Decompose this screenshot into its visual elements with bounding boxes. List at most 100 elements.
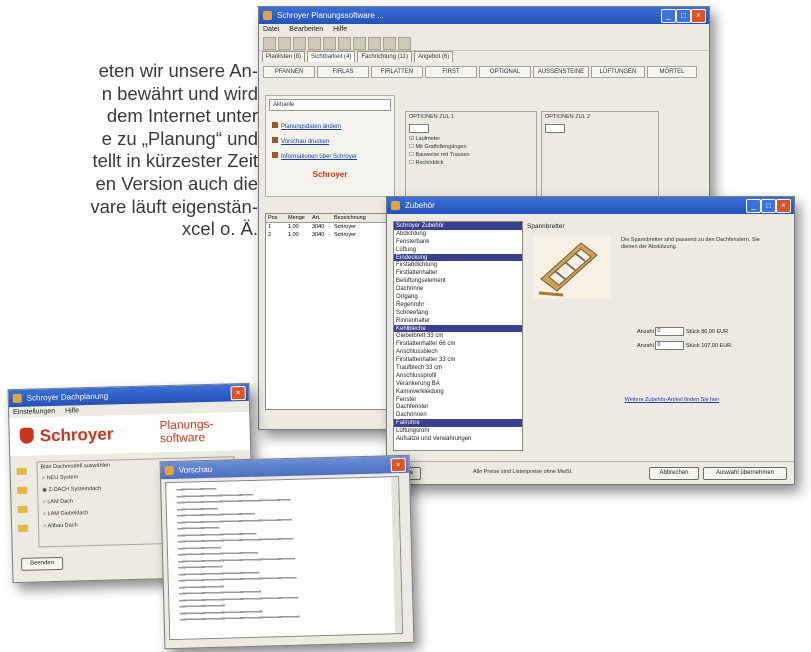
table-row[interactable]: 2 1,00 3040 Schroyer (266, 231, 396, 239)
start-window-title: Schroyer Dachplanung (26, 391, 109, 403)
qty-input[interactable]: 0 (655, 327, 685, 336)
ladder-image (533, 235, 611, 299)
maximize-button[interactable]: □ (676, 9, 691, 23)
minimize-button[interactable]: _ (746, 199, 761, 213)
option-row[interactable]: ☑ Laufmeter (406, 135, 536, 143)
list-item[interactable]: Schroyer Zubehör (394, 222, 522, 230)
list-item[interactable]: Eindeckung (394, 253, 522, 262)
link-vorschau[interactable]: Vorschau drucken (281, 139, 329, 145)
menu-item-edit[interactable]: Bearbeiten (289, 26, 323, 33)
accept-button[interactable]: Auswahl übernehmen (703, 467, 787, 480)
section-optional[interactable]: OPTIONAL (479, 66, 531, 78)
list-item[interactable]: Schneefang (394, 309, 522, 317)
list-item[interactable]: Kaminverkleidung (394, 388, 522, 396)
list-item[interactable]: Fensterbank (394, 238, 522, 246)
qty-row: Anzahl 0 Stück 86,00 EUR (637, 327, 729, 336)
link-info[interactable]: Informationen über Schroyer (281, 154, 357, 160)
section-firlatten[interactable]: FIRLATTEN (371, 66, 423, 78)
list-item[interactable]: Aufsätze und Verwahrungen (394, 435, 522, 443)
main-window-title: Schroyer Planungssoftware ... (277, 11, 384, 20)
menu-item-help[interactable]: Hilfe (65, 407, 79, 414)
list-item[interactable]: Traufblech 33 cm (394, 364, 522, 372)
open-icon[interactable] (278, 37, 291, 50)
col-pos[interactable]: Pos (266, 214, 288, 222)
sidebar-title: Aktuelle (269, 99, 391, 111)
section-moertel[interactable]: MÖRTEL (647, 66, 697, 78)
save-icon[interactable] (293, 37, 306, 50)
list-item[interactable]: Giebelbrett 33 cm (394, 332, 522, 340)
accessory-footer: Hilfe Alle Preise sind Listenpreise ohne… (387, 461, 794, 484)
close-button[interactable]: × (230, 385, 246, 401)
option-row[interactable]: ☐ Rechtsblick (406, 159, 536, 167)
list-item[interactable]: Firstabdichtung (394, 261, 522, 269)
tab-angebot[interactable]: Angebot (6) (413, 51, 454, 62)
list-item[interactable]: Fallrohre (394, 419, 522, 428)
folder-icon (18, 524, 29, 532)
list-item[interactable]: Rinnenhalter (394, 317, 522, 325)
sidebar-brand: Schroyer (312, 170, 348, 179)
close-button[interactable]: × (691, 9, 706, 23)
paste-icon[interactable] (353, 37, 366, 50)
list-item[interactable]: Dachfenster (394, 403, 522, 411)
more-accessories-link[interactable]: Weitere Zubehör-Artikel finden Sie hier (577, 397, 767, 403)
list-item[interactable]: Anschlussprofil (394, 372, 522, 380)
option-row[interactable]: ☐ Mit Gratfoliengängen (406, 143, 536, 151)
new-icon[interactable] (263, 37, 276, 50)
table-row[interactable]: 1 1,00 3040 Schroyer (266, 223, 396, 231)
accessory-window-titlebar[interactable]: Zubehör _ □ × (387, 197, 794, 214)
section-aussensteine[interactable]: AUSSENSTEINE (533, 66, 589, 78)
option-row[interactable]: ☐ Bauweise mit Trausen (406, 151, 536, 159)
length-field[interactable] (409, 124, 429, 133)
list-item[interactable]: Ortgang (394, 293, 522, 301)
tab-planlisten[interactable]: Planlisten (8) (262, 51, 306, 62)
list-item[interactable]: Lüftungsrohr (394, 427, 522, 435)
menu-item-file[interactable]: Datei (263, 26, 279, 33)
tab-fachrichtung[interactable]: Fachrichtung (11) (357, 51, 412, 62)
minimize-button[interactable]: _ (661, 9, 676, 23)
menu-item-help[interactable]: Hilfe (333, 26, 347, 33)
qty-input[interactable]: 0 (655, 341, 685, 350)
menu-item-settings[interactable]: Einstellungen (13, 408, 55, 416)
preview-window: Vorschau × (159, 454, 415, 650)
app-icon (263, 11, 272, 20)
close-button[interactable]: × (776, 199, 791, 213)
cancel-button[interactable]: Abbrechen (649, 467, 699, 480)
list-item[interactable]: Firstlattenhalter 33 cm (394, 356, 522, 364)
maximize-button[interactable]: □ (761, 199, 776, 213)
folder-icon (17, 486, 28, 494)
help-icon[interactable] (398, 37, 411, 50)
list-item[interactable]: Kehlbleche (394, 324, 522, 333)
product-name: Planungs- software (159, 416, 214, 446)
col-bezeichnung[interactable]: Bezeichnung (334, 214, 384, 222)
undo-icon[interactable] (368, 37, 381, 50)
copy-icon[interactable] (338, 37, 351, 50)
width-field[interactable] (545, 124, 565, 133)
qty-row: Anzahl 0 Stück 107,00 EUR (637, 341, 732, 350)
list-item[interactable]: Lüftung (394, 246, 522, 254)
list-item[interactable]: Anschlussblech (394, 348, 522, 356)
section-lueftungen[interactable]: LÜFTUNGEN (591, 66, 645, 78)
print-icon[interactable] (308, 37, 321, 50)
exit-button[interactable]: Beenden (20, 556, 64, 571)
list-item[interactable]: Belüftungselement (394, 277, 522, 285)
list-item[interactable]: Dachrinne (394, 285, 522, 293)
section-firlas[interactable]: FIRLAS (317, 66, 369, 78)
section-pfannen[interactable]: PFANNEN (263, 66, 315, 78)
close-button[interactable]: × (390, 457, 406, 473)
cut-icon[interactable] (323, 37, 336, 50)
main-window-titlebar[interactable]: Schroyer Planungssoftware ... _ □ × (259, 7, 709, 24)
info-icon (272, 152, 278, 158)
list-item[interactable]: Firstlattenhalter 66 cm (394, 340, 522, 348)
list-item[interactable]: Verankerung BA (394, 380, 522, 388)
tab-sichtbarkeit[interactable]: Sichtbarkeit (4) (307, 51, 356, 62)
col-art[interactable]: Art. (312, 214, 334, 222)
list-item[interactable]: Firstlattenhalter (394, 269, 522, 277)
col-menge[interactable]: Menge (288, 214, 312, 222)
section-first[interactable]: FIRST (425, 66, 477, 78)
calc-icon[interactable] (383, 37, 396, 50)
list-item[interactable]: Regenrohr (394, 301, 522, 309)
list-item[interactable]: Abdichtung (394, 230, 522, 238)
list-item[interactable]: Dachrinnen (394, 411, 522, 419)
link-planungsdaten[interactable]: Planungsdaten ändern (281, 124, 341, 130)
list-item[interactable]: Fenster (394, 396, 522, 404)
